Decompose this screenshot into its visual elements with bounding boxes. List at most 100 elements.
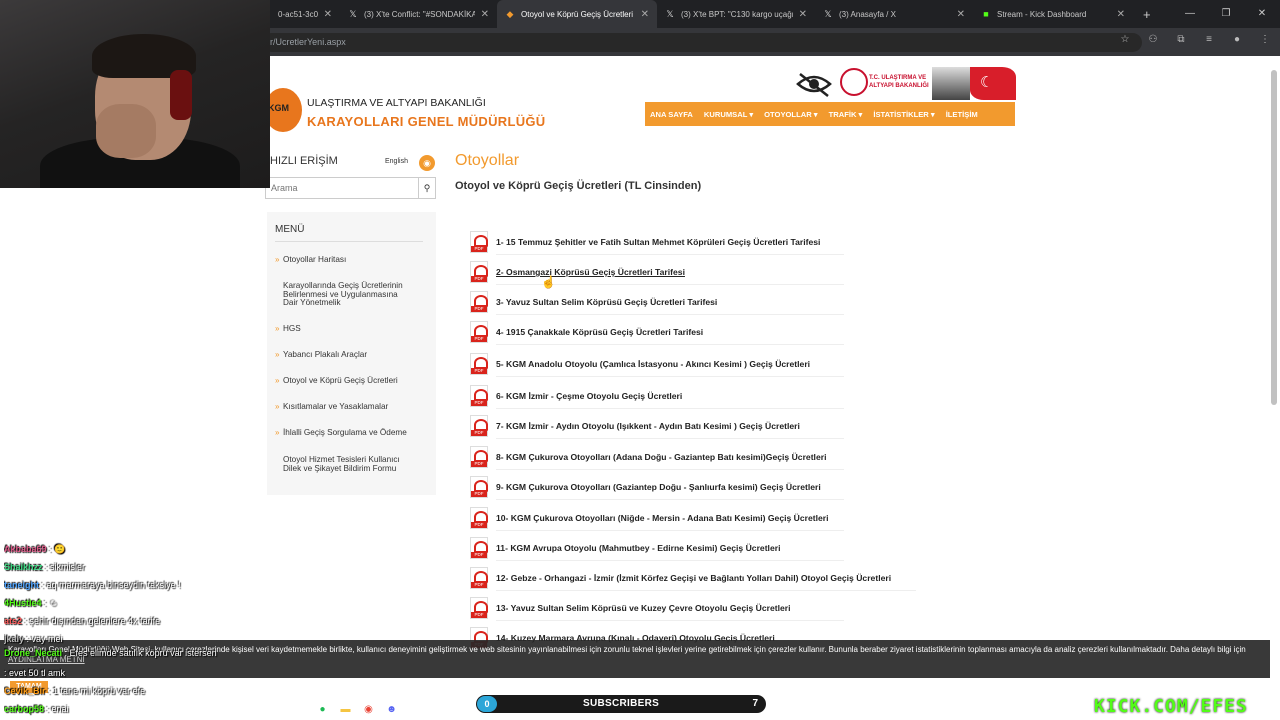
sidebar-item-dilek-sikayet[interactable]: » Otoyol Hizmet Tesisleri Kullanıcı Dile…	[275, 455, 425, 473]
document-link[interactable]: 8- KGM Çukurova Otoyolları (Adana Doğu -…	[496, 452, 826, 462]
x-icon: 𝕏	[349, 9, 357, 19]
pdf-icon	[470, 385, 488, 407]
close-icon[interactable]: ✕	[1117, 9, 1125, 20]
subscriber-goal: 7	[752, 698, 758, 709]
ministry-logo-text: T.C. ULAŞTIRMA VE ALTYAPI BAKANLIĞI	[869, 75, 929, 89]
tab-3-active[interactable]: ◆ Otoyol ve Köprü Geçiş Ücretleri ✕	[497, 0, 657, 28]
sidebar-item-ihlalli-gecis[interactable]: » İhlalli Geçiş Sorgulama ve Ödeme	[275, 428, 425, 438]
pdf-icon	[470, 597, 488, 619]
chevron-right-icon: »	[275, 255, 280, 264]
spotify-icon[interactable]: ●	[315, 702, 330, 717]
document-row[interactable]: 11- KGM Avrupa Otoyolu (Mahmutbey - Edir…	[470, 537, 780, 559]
document-row[interactable]: 10- KGM Çukurova Otoyolları (Niğde - Mer…	[470, 507, 829, 529]
folder-icon[interactable]: ▬	[338, 702, 353, 717]
document-link[interactable]: 11- KGM Avrupa Otoyolu (Mahmutbey - Edir…	[496, 543, 780, 553]
explorer-icon[interactable]: ▭	[292, 702, 307, 717]
document-row[interactable]: 12- Gebze - Orhangazi - İzmir (İzmit Kör…	[470, 567, 891, 589]
document-link[interactable]: 4- 1915 Çanakkale Köprüsü Geçiş Ücretler…	[496, 327, 703, 337]
accessibility-eye-icon[interactable]	[794, 70, 834, 98]
tab-4[interactable]: 𝕏 (3) X'te BPT: "C130 kargo uçağı ✕	[657, 0, 815, 28]
close-icon[interactable]: ✕	[957, 9, 965, 20]
settings-icon[interactable]: ✺	[407, 702, 422, 717]
profile-icon[interactable]: ●	[1230, 34, 1244, 45]
puzzle-icon[interactable]: ⧉	[1174, 34, 1188, 45]
chat-message: Cevik_Bir : 1 tane mi köprü var efe	[4, 686, 146, 696]
document-link[interactable]: 2- Osmangazi Köprüsü Geçiş Ücretleri Tar…	[496, 267, 685, 277]
sidebar-menu: MENÜ » Otoyollar Haritası » Karayolların…	[267, 212, 436, 495]
sidebar-item-gecis-ucretleri[interactable]: » Otoyol ve Köprü Geçiş Ücretleri	[275, 376, 425, 386]
document-link[interactable]: 9- KGM Çukurova Otoyolları (Gaziantep Do…	[496, 482, 821, 492]
webcam-overlay	[0, 0, 270, 188]
close-icon[interactable]: ✕	[324, 9, 332, 20]
document-row[interactable]: 6- KGM İzmir - Çeşme Otoyolu Geçiş Ücret…	[470, 385, 682, 407]
english-link[interactable]: English	[385, 158, 408, 165]
tab-6[interactable]: ■ Stream - Kick Dashboard ✕	[973, 0, 1133, 28]
chevron-right-icon: »	[275, 376, 280, 385]
pdf-icon	[470, 261, 488, 283]
close-icon[interactable]: ✕	[481, 9, 489, 20]
document-link[interactable]: 7- KGM İzmir - Aydın Otoyolu (Işıkkent -…	[496, 421, 800, 431]
chevron-right-icon: »	[275, 428, 280, 437]
sidebar-item-yabanci-plakali[interactable]: » Yabancı Plakalı Araçlar	[275, 350, 425, 360]
document-link[interactable]: 1- 15 Temmuz Şehitler ve Fatih Sultan Me…	[496, 237, 820, 247]
sidebar-item-kisitlamalar[interactable]: » Kısıtlamalar ve Yasaklamalar	[275, 402, 425, 412]
document-link[interactable]: 12- Gebze - Orhangazi - İzmir (İzmit Kör…	[496, 573, 891, 583]
document-link[interactable]: 13- Yavuz Sultan Selim Köprüsü ve Kuzey …	[496, 603, 791, 613]
discord-icon[interactable]: ☻	[384, 702, 399, 717]
minimize-button[interactable]: —	[1172, 0, 1208, 28]
document-row[interactable]: 13- Yavuz Sultan Selim Köprüsü ve Kuzey …	[470, 597, 791, 619]
sidebar-item-otoyollar-haritasi[interactable]: » Otoyollar Haritası	[275, 255, 425, 265]
nav-trafik[interactable]: TRAFİK ▾	[829, 110, 863, 119]
document-link[interactable]: 5- KGM Anadolu Otoyolu (Çamlıca İstasyon…	[496, 359, 810, 369]
extension-icon[interactable]: ⚇	[1146, 34, 1160, 45]
tab-5[interactable]: 𝕏 (3) Anasayfa / X ✕	[815, 0, 973, 28]
media-icon[interactable]: ≡	[1202, 34, 1216, 45]
document-link[interactable]: 6- KGM İzmir - Çeşme Otoyolu Geçiş Ücret…	[496, 391, 682, 401]
sidebar-item-hgs[interactable]: » HGS	[275, 324, 425, 334]
search-input[interactable]	[265, 177, 418, 199]
menu-icon[interactable]: ⋮	[1258, 34, 1272, 45]
document-row[interactable]: 1- 15 Temmuz Şehitler ve Fatih Sultan Me…	[470, 231, 820, 253]
pdf-icon	[470, 353, 488, 375]
stream-chat-overlay-lower-3: carbop58 : enai	[4, 701, 266, 717]
stream-chat-overlay-lower: Drone_Necati : Efes elimde satılık köprü…	[4, 648, 266, 659]
nav-kurumsal[interactable]: KURUMSAL ▾	[704, 110, 753, 119]
close-icon[interactable]: ✕	[641, 9, 649, 20]
kgm-icon: ◆	[506, 9, 514, 19]
divider	[496, 408, 844, 409]
document-row[interactable]: 3- Yavuz Sultan Selim Köprüsü Geçiş Ücre…	[470, 291, 717, 313]
kick-icon: ■	[983, 9, 989, 19]
document-row[interactable]: 2- Osmangazi Köprüsü Geçiş Ücretleri Tar…	[470, 261, 685, 283]
document-row[interactable]: 4- 1915 Çanakkale Köprüsü Geçiş Ücretler…	[470, 321, 703, 343]
nav-iletisim[interactable]: İLETİŞİM	[946, 110, 978, 119]
mail-icon[interactable]: ✉	[269, 702, 284, 717]
chat-message: jkaly : vay mei	[4, 634, 63, 644]
document-link[interactable]: 10- KGM Çukurova Otoyolları (Niğde - Mer…	[496, 513, 829, 523]
sidebar-item-yonetmelik[interactable]: » Karayollarında Geçiş Ücretlerinin Beli…	[275, 281, 425, 308]
emote-icon: ☺	[49, 598, 59, 608]
search-icon[interactable]: ⚲	[418, 177, 436, 199]
close-window-button[interactable]: ✕	[1244, 0, 1280, 28]
url-field[interactable]: r/UcretlerYeni.aspx	[262, 33, 1142, 52]
divider	[496, 254, 844, 255]
document-link[interactable]: 3- Yavuz Sultan Selim Köprüsü Geçiş Ücre…	[496, 297, 717, 307]
close-icon[interactable]: ✕	[799, 9, 807, 20]
new-tab-button[interactable]: +	[1143, 7, 1151, 22]
tab-1[interactable]: 0-ac51-3c0( ✕	[270, 0, 340, 28]
chat-message: taneight : aq marmaraya binseydin taksly…	[4, 580, 181, 590]
bookmark-star-icon[interactable]: ☆	[1118, 34, 1132, 45]
logo-kgm-text: KARAYOLLARI GENEL MÜDÜRLÜĞÜ	[307, 114, 546, 129]
document-row[interactable]: 5- KGM Anadolu Otoyolu (Çamlıca İstasyon…	[470, 353, 810, 375]
maximize-button[interactable]: ❐	[1208, 0, 1244, 28]
rss-icon[interactable]: ◉	[419, 155, 435, 171]
nav-otoyollar[interactable]: OTOYOLLAR ▾	[764, 110, 817, 119]
chrome-icon[interactable]: ◉	[361, 702, 376, 717]
nav-istatistikler[interactable]: İSTATİSTİKLER ▾	[873, 110, 934, 119]
nav-ana-sayfa[interactable]: ANA SAYFA	[650, 110, 693, 119]
pdf-icon	[470, 446, 488, 468]
page-scrollbar[interactable]	[1271, 70, 1277, 405]
document-row[interactable]: 8- KGM Çukurova Otoyolları (Adana Doğu -…	[470, 446, 826, 468]
tab-2[interactable]: 𝕏 (3) X'te Conflict: "#SONDAKİKA ✕	[340, 0, 497, 28]
document-row[interactable]: 9- KGM Çukurova Otoyolları (Gaziantep Do…	[470, 476, 821, 498]
document-row[interactable]: 7- KGM İzmir - Aydın Otoyolu (Işıkkent -…	[470, 415, 800, 437]
